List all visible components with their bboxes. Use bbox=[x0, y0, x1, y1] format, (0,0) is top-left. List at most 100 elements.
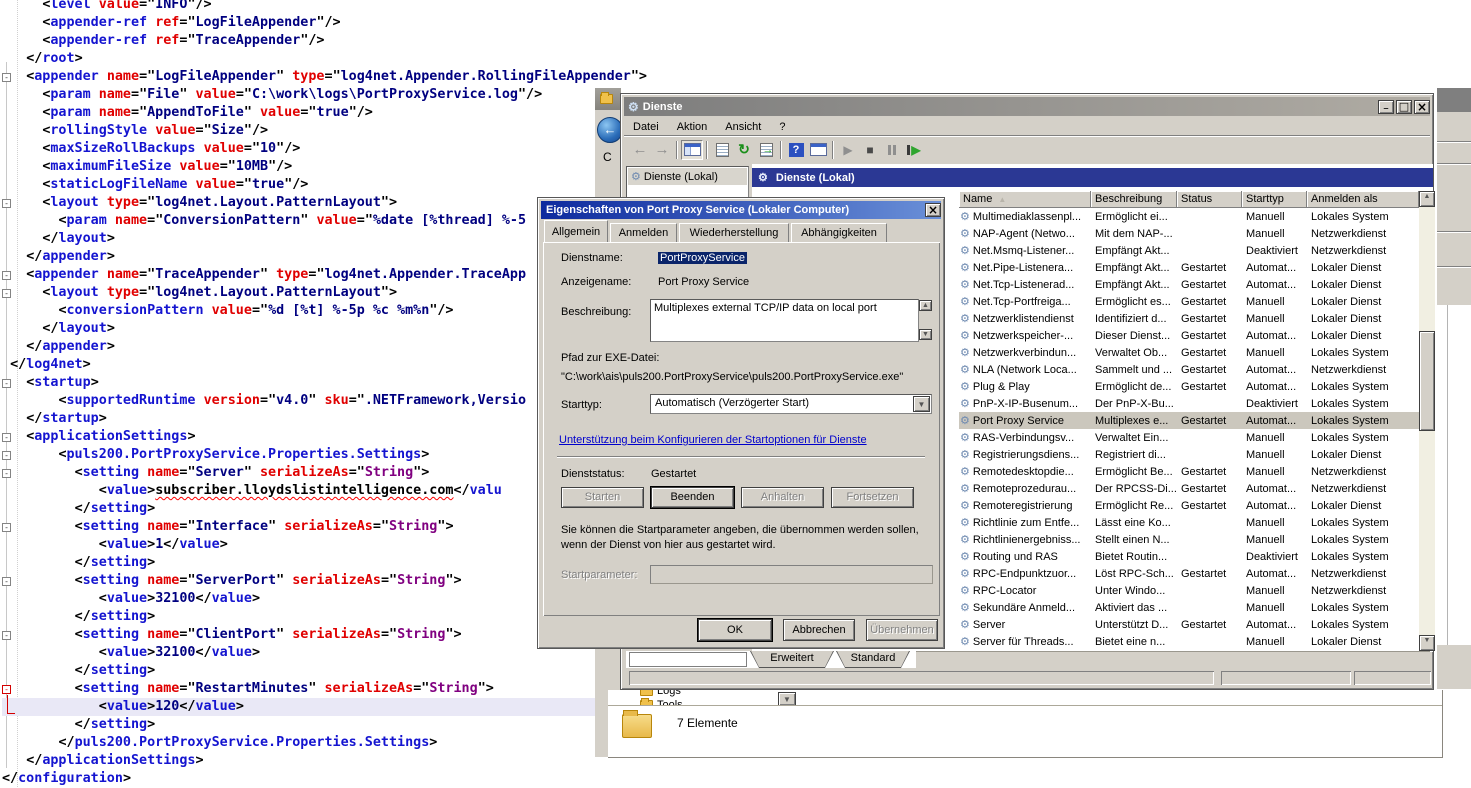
scroll-down-button[interactable] bbox=[1419, 635, 1435, 651]
service-row[interactable]: ⚙Net.Tcp-Listenerad...Empfängt Akt...Ges… bbox=[959, 276, 1419, 293]
code-line[interactable]: <setting name="RestartMinutes" serialize… bbox=[2, 680, 622, 698]
restart-service-button[interactable]: ▶ bbox=[903, 140, 925, 160]
show-console-tree-button[interactable] bbox=[681, 140, 703, 160]
code-line[interactable]: </puls200.PortProxyService.Properties.Se… bbox=[2, 734, 622, 752]
start-service-button[interactable]: ▶ bbox=[837, 140, 859, 160]
refresh-button[interactable]: ↻ bbox=[733, 140, 755, 160]
menu-item-datei[interactable]: Datei bbox=[624, 119, 668, 135]
dialog-tab-wiederherstellung[interactable]: Wiederherstellung bbox=[679, 223, 789, 242]
startoptions-help-link[interactable]: Unterstützung beim Konfigurieren der Sta… bbox=[559, 434, 867, 446]
console-root-button[interactable] bbox=[807, 140, 829, 160]
dialog-tab-abhängigkeiten[interactable]: Abhängigkeiten bbox=[791, 223, 887, 242]
code-line[interactable]: </root> bbox=[2, 50, 622, 68]
service-row[interactable]: ⚙Net.Pipe-Listenera...Empfängt Akt...Ges… bbox=[959, 259, 1419, 276]
service-row[interactable]: ⚙Net.Tcp-Portfreiga...Ermöglicht es...Ge… bbox=[959, 293, 1419, 310]
bottom-tab-standard[interactable]: Standard bbox=[836, 651, 910, 668]
code-line[interactable]: <value>1</value> bbox=[2, 536, 622, 554]
code-line[interactable]: <appender-ref ref="TraceAppender"/> bbox=[2, 32, 622, 50]
service-row[interactable]: ⚙NLA (Network Loca...Sammelt und ...Gest… bbox=[959, 361, 1419, 378]
code-line[interactable]: <applicationSettings> bbox=[2, 428, 622, 446]
code-line[interactable]: </appender> bbox=[2, 248, 622, 266]
service-row[interactable]: ⚙Multimediaklassenpl...Ermöglicht ei...M… bbox=[959, 208, 1419, 225]
combobox-dropdown-button[interactable] bbox=[913, 396, 930, 412]
fold-marker[interactable]: - bbox=[2, 685, 11, 694]
code-line[interactable]: <layout type="log4net.Layout.PatternLayo… bbox=[2, 194, 622, 212]
code-line[interactable]: <level value="INFO"/> bbox=[2, 0, 622, 14]
code-line[interactable]: </configuration> bbox=[2, 770, 622, 788]
pause-service-button[interactable] bbox=[881, 140, 903, 160]
beenden-button[interactable]: Beenden bbox=[651, 487, 734, 508]
code-line[interactable]: <setting name="Interface" serializeAs="S… bbox=[2, 518, 622, 536]
code-line[interactable]: <puls200.PortProxyService.Properties.Set… bbox=[2, 446, 622, 464]
cancel-button[interactable]: Abbrechen bbox=[783, 619, 855, 641]
code-line[interactable]: </layout> bbox=[2, 230, 622, 248]
code-line[interactable]: </appender> bbox=[2, 338, 622, 356]
ok-button[interactable]: OK bbox=[698, 619, 772, 641]
column-header-beschreibung[interactable]: Beschreibung bbox=[1091, 191, 1177, 208]
service-row[interactable]: ⚙RPC-LocatorUnter Windo...ManuellNetzwer… bbox=[959, 582, 1419, 599]
code-line[interactable]: <startup> bbox=[2, 374, 622, 392]
column-header-anmelden-als[interactable]: Anmelden als bbox=[1307, 191, 1419, 208]
folder-item-logs[interactable]: Logs bbox=[640, 690, 681, 698]
fold-marker[interactable]: - bbox=[2, 631, 11, 640]
menu-item-ansicht[interactable]: Ansicht bbox=[716, 119, 770, 135]
service-row[interactable]: ⚙Remotedesktopdie...Ermöglicht Be...Gest… bbox=[959, 463, 1419, 480]
maximize-button[interactable] bbox=[1396, 100, 1412, 114]
code-line[interactable]: </setting> bbox=[2, 662, 622, 680]
dropdown-button[interactable] bbox=[778, 692, 796, 706]
code-line[interactable]: <param name="AppendToFile" value="true"/… bbox=[2, 104, 622, 122]
tree-item-dienste-lokal[interactable]: ⚙ Dienste (Lokal) bbox=[628, 168, 747, 185]
code-line[interactable]: <rollingStyle value="Size"/> bbox=[2, 122, 622, 140]
code-line[interactable]: </setting> bbox=[2, 716, 622, 734]
stop-service-button[interactable]: ■ bbox=[859, 140, 881, 160]
column-header-starttyp[interactable]: Starttyp bbox=[1242, 191, 1307, 208]
service-row[interactable]: ⚙Richtlinienergebniss...Stellt einen N..… bbox=[959, 531, 1419, 548]
dialog-tab-anmelden[interactable]: Anmelden bbox=[610, 223, 677, 242]
service-row[interactable]: ⚙ServerUnterstützt D...GestartetAutomat.… bbox=[959, 616, 1419, 633]
close-button[interactable] bbox=[1414, 100, 1430, 114]
code-line[interactable]: <appender-ref ref="LogFileAppender"/> bbox=[2, 14, 622, 32]
fold-marker[interactable]: - bbox=[2, 379, 11, 388]
code-line[interactable]: <maximumFileSize value="10MB"/> bbox=[2, 158, 622, 176]
code-line[interactable]: <setting name="ClientPort" serializeAs="… bbox=[2, 626, 622, 644]
fold-marker[interactable]: - bbox=[2, 577, 11, 586]
fold-marker[interactable]: - bbox=[2, 289, 11, 298]
code-line[interactable]: <maxSizeRollBackups value="10"/> bbox=[2, 140, 622, 158]
code-line[interactable]: <supportedRuntime version="v4.0" sku=".N… bbox=[2, 392, 622, 410]
code-line[interactable]: </layout> bbox=[2, 320, 622, 338]
filter-input[interactable] bbox=[629, 652, 747, 667]
code-line[interactable]: </setting> bbox=[2, 608, 622, 626]
column-header-status[interactable]: Status bbox=[1177, 191, 1242, 208]
help-button[interactable]: ? bbox=[785, 140, 807, 160]
code-line[interactable]: </applicationSettings> bbox=[2, 752, 622, 770]
code-line[interactable]: </setting> bbox=[2, 500, 622, 518]
column-header-name[interactable]: Name▲ bbox=[959, 191, 1091, 208]
back-button[interactable]: ← bbox=[629, 140, 651, 160]
folder-item-tools[interactable]: Tools bbox=[640, 698, 683, 705]
code-line[interactable]: <setting name="ServerPort" serializeAs="… bbox=[2, 572, 622, 590]
fold-marker[interactable]: - bbox=[2, 73, 11, 82]
fold-marker[interactable]: - bbox=[2, 199, 11, 208]
service-row[interactable]: ⚙Port Proxy ServiceMultiplexes e...Gesta… bbox=[959, 412, 1419, 429]
code-line[interactable]: <setting name="Server" serializeAs="Stri… bbox=[2, 464, 622, 482]
scroll-up-button[interactable] bbox=[1419, 191, 1435, 207]
properties-button[interactable] bbox=[711, 140, 733, 160]
code-line[interactable]: <value>32100</value> bbox=[2, 590, 622, 608]
bottom-tab-erweitert[interactable]: Erweitert bbox=[750, 651, 834, 668]
service-row[interactable]: ⚙Server für Threads...Bietet eine n...Ma… bbox=[959, 633, 1419, 650]
dialog-titlebar[interactable]: Eigenschaften von Port Proxy Service (Lo… bbox=[541, 201, 941, 219]
code-line[interactable]: <layout type="log4net.Layout.PatternLayo… bbox=[2, 284, 622, 302]
dialog-tab-allgemein[interactable]: Allgemein bbox=[544, 220, 608, 242]
service-row[interactable]: ⚙PnP-X-IP-Busenum...Der PnP-X-Bu...Deakt… bbox=[959, 395, 1419, 412]
code-line[interactable]: <appender name="TraceAppender" type="log… bbox=[2, 266, 622, 284]
service-row[interactable]: ⚙RemoteregistrierungErmöglicht Re...Gest… bbox=[959, 497, 1419, 514]
starttyp-combobox[interactable]: Automatisch (Verzögerter Start) bbox=[650, 394, 932, 414]
service-row[interactable]: ⚙RPC-Endpunktzuor...Löst RPC-Sch...Gesta… bbox=[959, 565, 1419, 582]
code-line[interactable]: <staticLogFileName value="true"/> bbox=[2, 176, 622, 194]
service-row[interactable]: ⚙NAP-Agent (Netwo...Mit dem NAP-...Manue… bbox=[959, 225, 1419, 242]
vertical-scrollbar[interactable] bbox=[1419, 191, 1435, 651]
service-row[interactable]: ⚙Netzwerkspeicher-...Dieser Dienst...Ges… bbox=[959, 327, 1419, 344]
minimize-button[interactable] bbox=[1378, 100, 1394, 114]
code-line[interactable]: <param name="ConversionPattern" value="%… bbox=[2, 212, 622, 230]
code-line[interactable]: <value>32100</value> bbox=[2, 644, 622, 662]
